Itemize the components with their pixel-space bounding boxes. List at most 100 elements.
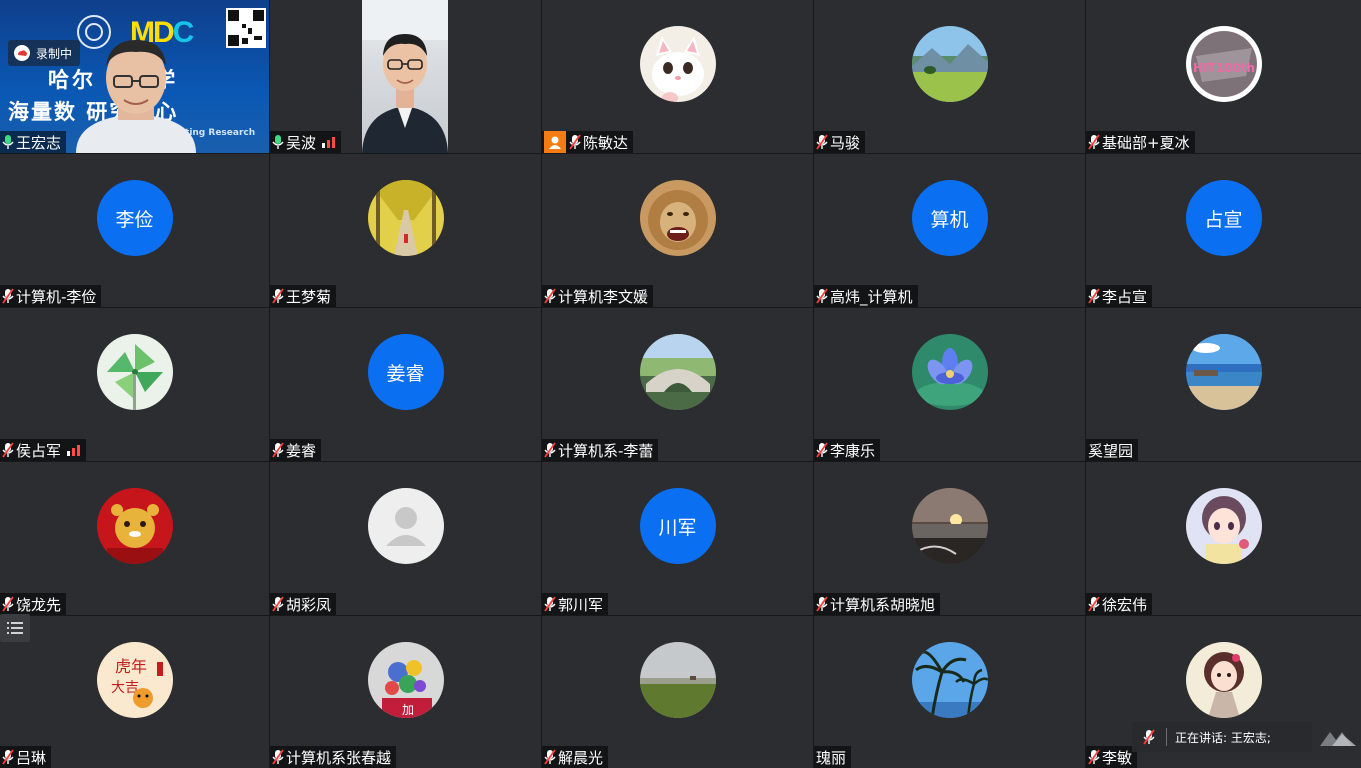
participant-name: 高炜_计算机 xyxy=(830,287,913,306)
avatar xyxy=(96,488,173,564)
participant-tile[interactable]: 占宣 李占宣 xyxy=(1086,154,1361,307)
participant-tile[interactable]: MDC哈尔 业大学海量数 研究中心Computing Research Cent… xyxy=(0,0,269,153)
mic-muted-icon xyxy=(2,749,14,765)
svg-text:HIT100th: HIT100th xyxy=(1192,61,1254,75)
participant-name-tag: 郭川军 xyxy=(542,593,609,615)
participant-name-tag: 胡彩凤 xyxy=(270,593,337,615)
participant-name: 侯占军 xyxy=(16,441,62,460)
participant-name: 计算机系张春越 xyxy=(286,748,392,767)
avatar xyxy=(639,642,716,718)
participant-name-tag: 徐宏伟 xyxy=(1086,593,1153,615)
participant-name: 陈敏达 xyxy=(583,133,629,152)
participant-tile[interactable]: 计算机系胡晓旭 xyxy=(814,462,1085,615)
svg-text:虎年: 虎年 xyxy=(115,657,147,676)
participant-name-tag: 吴波 xyxy=(270,131,342,153)
participant-tile[interactable]: 姜睿 姜睿 xyxy=(270,308,541,461)
avatar-initials: 姜睿 xyxy=(367,334,444,410)
participant-tile[interactable]: 饶龙先 xyxy=(0,462,269,615)
participant-name: 奚望园 xyxy=(1088,441,1134,460)
tiger-year-avatar-image: 虎年大吉 xyxy=(96,642,173,718)
avatar xyxy=(1185,488,1262,564)
mic-muted-icon xyxy=(816,442,828,458)
participant-name-tag: 李敏 xyxy=(1086,746,1138,768)
participant-name: 李占宣 xyxy=(1102,287,1148,306)
participant-tile[interactable]: 王梦菊 xyxy=(270,154,541,307)
participant-name-tag: 计算机系胡晓旭 xyxy=(814,593,941,615)
avatar xyxy=(911,26,988,102)
participant-name-tag: 奚望园 xyxy=(1086,439,1139,461)
participant-name: 吕琳 xyxy=(16,748,47,767)
participant-tile[interactable]: 川军郭川军 xyxy=(542,462,813,615)
stone-bridge-avatar-image xyxy=(639,334,716,410)
flowers-avatar-image: 加 xyxy=(367,642,444,718)
hit-logo-avatar-image: HIT100th xyxy=(1185,26,1262,102)
participant-tile[interactable]: 陈敏达 xyxy=(542,0,813,153)
mic-muted-icon xyxy=(544,442,556,458)
participant-name-tag: 计算机-李俭 xyxy=(0,285,102,307)
recording-indicator[interactable]: 录制中 xyxy=(8,40,81,66)
speaking-indicator: 正在讲话: 王宏志; xyxy=(1132,722,1312,752)
participant-list-button[interactable] xyxy=(0,614,30,642)
participant-tile[interactable]: 侯占军 xyxy=(0,308,269,461)
signal-strength-icon xyxy=(322,137,336,148)
mic-muted-icon xyxy=(816,288,828,304)
participant-tile[interactable]: 虎年 大吉吕琳 xyxy=(0,616,269,768)
qr-code xyxy=(226,8,266,48)
participant-name-tag: 饶龙先 xyxy=(0,593,67,615)
qr-code-icon xyxy=(228,10,264,46)
mic-muted-icon xyxy=(544,596,556,612)
participant-tile[interactable]: HIT100th 基础部+夏冰 xyxy=(1086,0,1361,153)
mic-muted-icon xyxy=(569,134,581,150)
participant-name: 王宏志 xyxy=(16,133,62,152)
guest-video-person xyxy=(362,0,448,153)
avatar xyxy=(911,642,988,718)
participant-name: 王梦菊 xyxy=(286,287,332,306)
mic-muted-icon xyxy=(1088,596,1100,612)
meadow-avatar-image xyxy=(911,26,988,102)
participant-tile[interactable]: 瑰丽 xyxy=(814,616,1085,768)
participant-tile[interactable]: 计算机系-李蕾 xyxy=(542,308,813,461)
participant-tile[interactable]: 李康乐 xyxy=(814,308,1085,461)
participant-name: 李康乐 xyxy=(830,441,876,460)
participant-tile[interactable]: 计算机李文媛 xyxy=(542,154,813,307)
ginkgo-path-avatar-image xyxy=(367,180,444,256)
cloud-record-icon xyxy=(14,45,30,61)
list-icon xyxy=(7,622,23,634)
participant-tile[interactable]: 徐宏伟 xyxy=(1086,462,1361,615)
mic-muted-icon xyxy=(1088,749,1100,765)
field-avatar-image xyxy=(639,642,716,718)
participant-tile[interactable]: 李俭计算机-李俭 xyxy=(0,154,269,307)
participant-tile[interactable]: 算机 高炜_计算机 xyxy=(814,154,1085,307)
participant-name: 马骏 xyxy=(830,133,861,152)
avatar-initials: 李俭 xyxy=(96,180,173,256)
lotus-avatar-image xyxy=(911,334,988,410)
anime-girl-avatar-image xyxy=(1185,488,1262,564)
mic-on-icon xyxy=(272,135,284,149)
participant-tile[interactable]: 马骏 xyxy=(814,0,1085,153)
participant-name-tag: 陈敏达 xyxy=(542,131,634,153)
participant-tile[interactable]: 胡彩凤 xyxy=(270,462,541,615)
cat-avatar-image xyxy=(639,26,716,102)
avatar-initials: 川军 xyxy=(639,488,716,564)
avatar xyxy=(367,180,444,256)
participant-name: 计算机系胡晓旭 xyxy=(830,595,936,614)
participant-tile[interactable]: 吴波 xyxy=(270,0,541,153)
participant-name-tag: 高炜_计算机 xyxy=(814,285,918,307)
mic-muted-icon xyxy=(2,442,14,458)
participant-tile[interactable]: 解晨光 xyxy=(542,616,813,768)
pinwheel-avatar-image xyxy=(96,334,173,410)
participant-name-tag: 姜睿 xyxy=(270,439,322,461)
participant-name: 计算机李文媛 xyxy=(558,287,649,306)
mic-muted-icon xyxy=(544,749,556,765)
tiger-toy-avatar-image xyxy=(96,488,173,564)
host-badge xyxy=(544,131,566,153)
participant-name: 解晨光 xyxy=(558,748,604,767)
mic-muted-icon xyxy=(1088,288,1100,304)
avatar xyxy=(911,334,988,410)
participant-tile[interactable]: 奚望园 xyxy=(1086,308,1361,461)
mic-muted-icon xyxy=(272,749,284,765)
cartoon-girl-avatar-image xyxy=(1185,642,1262,718)
mic-muted-icon xyxy=(2,596,14,612)
participant-tile[interactable]: 加计算机系张春越 xyxy=(270,616,541,768)
guest-video-frame xyxy=(362,0,448,153)
